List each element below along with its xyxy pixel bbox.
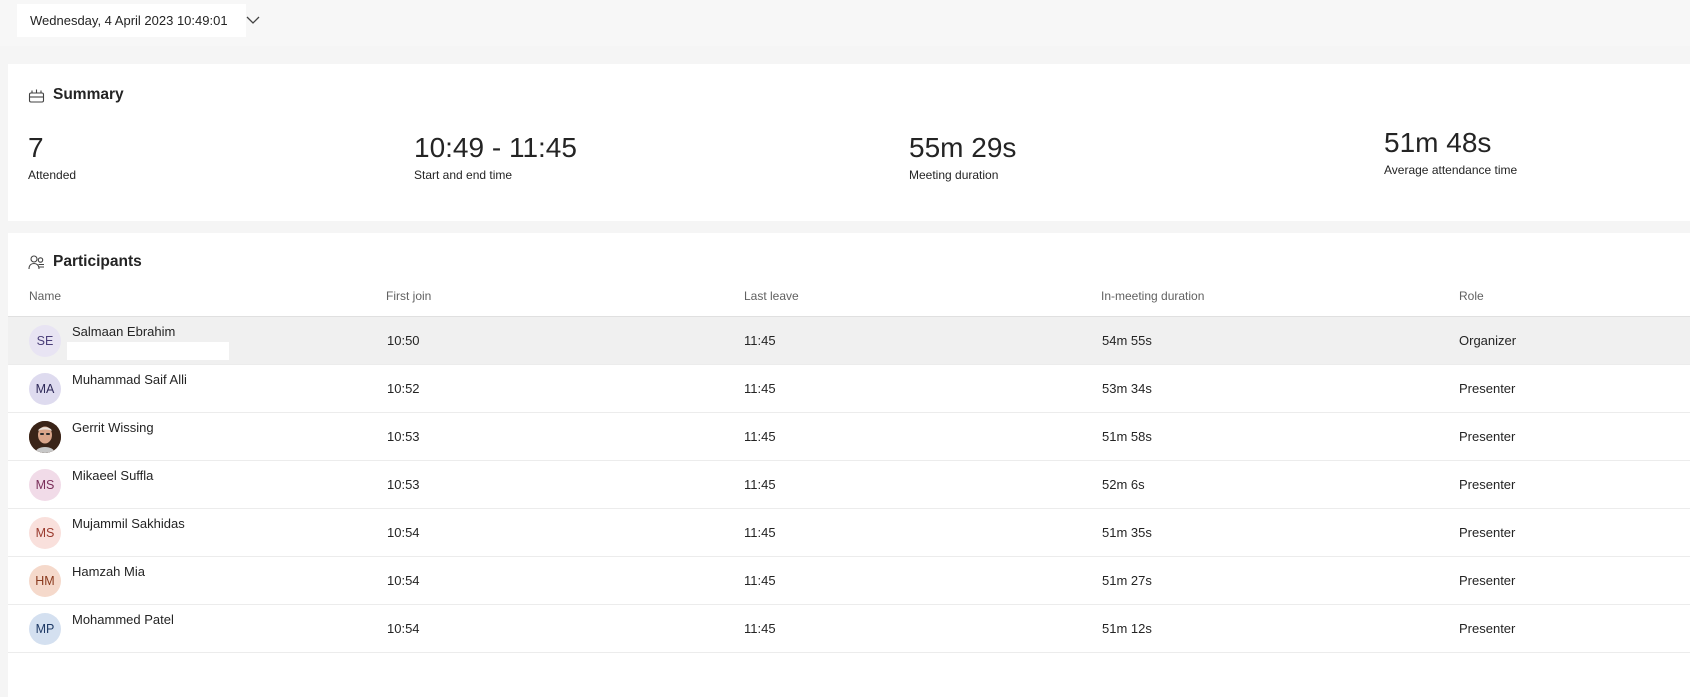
avatar: MP [29, 613, 61, 645]
people-icon [28, 254, 44, 269]
role-cell: Organizer [1459, 333, 1517, 348]
avatar: MA [29, 373, 61, 405]
avatar-photo [29, 421, 61, 453]
role-cell: Presenter [1459, 525, 1516, 540]
duration-cell: 52m 6s [1102, 477, 1145, 492]
duration-cell: 54m 55s [1102, 333, 1152, 348]
participant-name: Salmaan Ebrahim [72, 324, 176, 339]
stat-label: Attended [28, 168, 77, 182]
table-row[interactable]: MP Mohammed Patel 10:54 11:45 51m 12s Pr… [8, 605, 1690, 653]
column-header-duration[interactable]: In-meeting duration [1101, 289, 1204, 303]
stat-value: 51m 48s [1384, 127, 1492, 158]
duration-cell: 51m 58s [1102, 429, 1152, 444]
date-bar: Wednesday, 4 April 2023 10:49:01 [0, 0, 1690, 46]
avatar-initials: MA [35, 382, 55, 396]
stat-label: Start and end time [414, 168, 513, 182]
participant-name: Mikaeel Suffla [72, 468, 154, 483]
redaction-mask [67, 342, 229, 360]
avatar-initials: MP [35, 622, 55, 636]
avatar: HM [29, 565, 61, 597]
last-leave-cell: 11:45 [744, 333, 776, 348]
participants-header: Participants [28, 253, 142, 271]
column-header-last-leave[interactable]: Last leave [744, 289, 799, 303]
avatar: MS [29, 469, 61, 501]
avatar-initials: MS [35, 478, 55, 492]
summary-icon [28, 89, 45, 103]
participants-title: Participants [53, 253, 142, 270]
table-row[interactable]: MS Mikaeel Suffla 10:53 11:45 52m 6s Pre… [8, 461, 1690, 509]
participant-name: Mujammil Sakhidas [72, 516, 185, 531]
stat-meeting-duration: 55m 29s Meeting duration [909, 132, 1016, 182]
stat-label: Meeting duration [909, 168, 999, 182]
stat-attended: 7 Attended [28, 132, 76, 182]
summary-card: Summary 7 Attended 10:49 - 11:45 Start a… [8, 64, 1690, 221]
participant-name: Gerrit Wissing [72, 420, 154, 435]
participant-name: Hamzah Mia [72, 564, 145, 579]
date-selector-value: Wednesday, 4 April 2023 10:49:01 [30, 13, 228, 28]
table-row[interactable]: MS Mujammil Sakhidas 10:54 11:45 51m 35s… [8, 509, 1690, 557]
participant-name: Mohammed Patel [72, 612, 174, 627]
avatar: SE [29, 325, 61, 357]
first-join-cell: 10:54 [387, 621, 420, 636]
first-join-cell: 10:53 [387, 477, 420, 492]
role-cell: Presenter [1459, 573, 1516, 588]
duration-cell: 51m 27s [1102, 573, 1152, 588]
avatar: MS [29, 517, 61, 549]
stat-average-attendance: 51m 48s Average attendance time [1384, 127, 1517, 177]
duration-cell: 51m 12s [1102, 621, 1152, 636]
participant-name: Muhammad Saif Alli [72, 372, 187, 387]
role-cell: Presenter [1459, 477, 1516, 492]
summary-header: Summary [28, 86, 124, 104]
last-leave-cell: 11:45 [744, 429, 776, 444]
duration-cell: 51m 35s [1102, 525, 1152, 540]
avatar-initials: MS [35, 526, 55, 540]
avatar-initials: SE [36, 334, 54, 348]
stat-value: 55m 29s [909, 132, 1017, 163]
last-leave-cell: 11:45 [744, 477, 776, 492]
date-selector[interactable]: Wednesday, 4 April 2023 10:49:01 [17, 4, 246, 37]
avatar-initials: HM [35, 574, 55, 588]
stat-value: 10:49 - 11:45 [414, 132, 577, 163]
first-join-cell: 10:50 [387, 333, 420, 348]
participants-card: Participants Name First join Last leave … [8, 233, 1690, 697]
role-cell: Presenter [1459, 621, 1516, 636]
last-leave-cell: 11:45 [744, 621, 776, 636]
role-cell: Presenter [1459, 429, 1516, 444]
summary-title: Summary [53, 86, 124, 103]
person-photo-icon [29, 421, 61, 453]
duration-cell: 53m 34s [1102, 381, 1152, 396]
column-header-name[interactable]: Name [29, 289, 61, 303]
stat-value: 7 [28, 132, 44, 163]
role-cell: Presenter [1459, 381, 1516, 396]
table-row[interactable]: HM Hamzah Mia 10:54 11:45 51m 27s Presen… [8, 557, 1690, 605]
first-join-cell: 10:54 [387, 573, 420, 588]
last-leave-cell: 11:45 [744, 573, 776, 588]
column-header-first-join[interactable]: First join [386, 289, 431, 303]
table-row[interactable]: Gerrit Wissing 10:53 11:45 51m 58s Prese… [8, 413, 1690, 461]
stat-start-end: 10:49 - 11:45 Start and end time [414, 132, 577, 182]
chevron-down-icon[interactable] [244, 11, 262, 29]
column-header-role[interactable]: Role [1459, 289, 1484, 303]
first-join-cell: 10:53 [387, 429, 420, 444]
first-join-cell: 10:52 [387, 381, 420, 396]
last-leave-cell: 11:45 [744, 381, 776, 396]
table-row[interactable]: SE Salmaan Ebrahim 10:50 11:45 54m 55s O… [8, 317, 1690, 365]
last-leave-cell: 11:45 [744, 525, 776, 540]
table-row[interactable]: MA Muhammad Saif Alli 10:52 11:45 53m 34… [8, 365, 1690, 413]
stat-label: Average attendance time [1384, 163, 1518, 177]
first-join-cell: 10:54 [387, 525, 420, 540]
